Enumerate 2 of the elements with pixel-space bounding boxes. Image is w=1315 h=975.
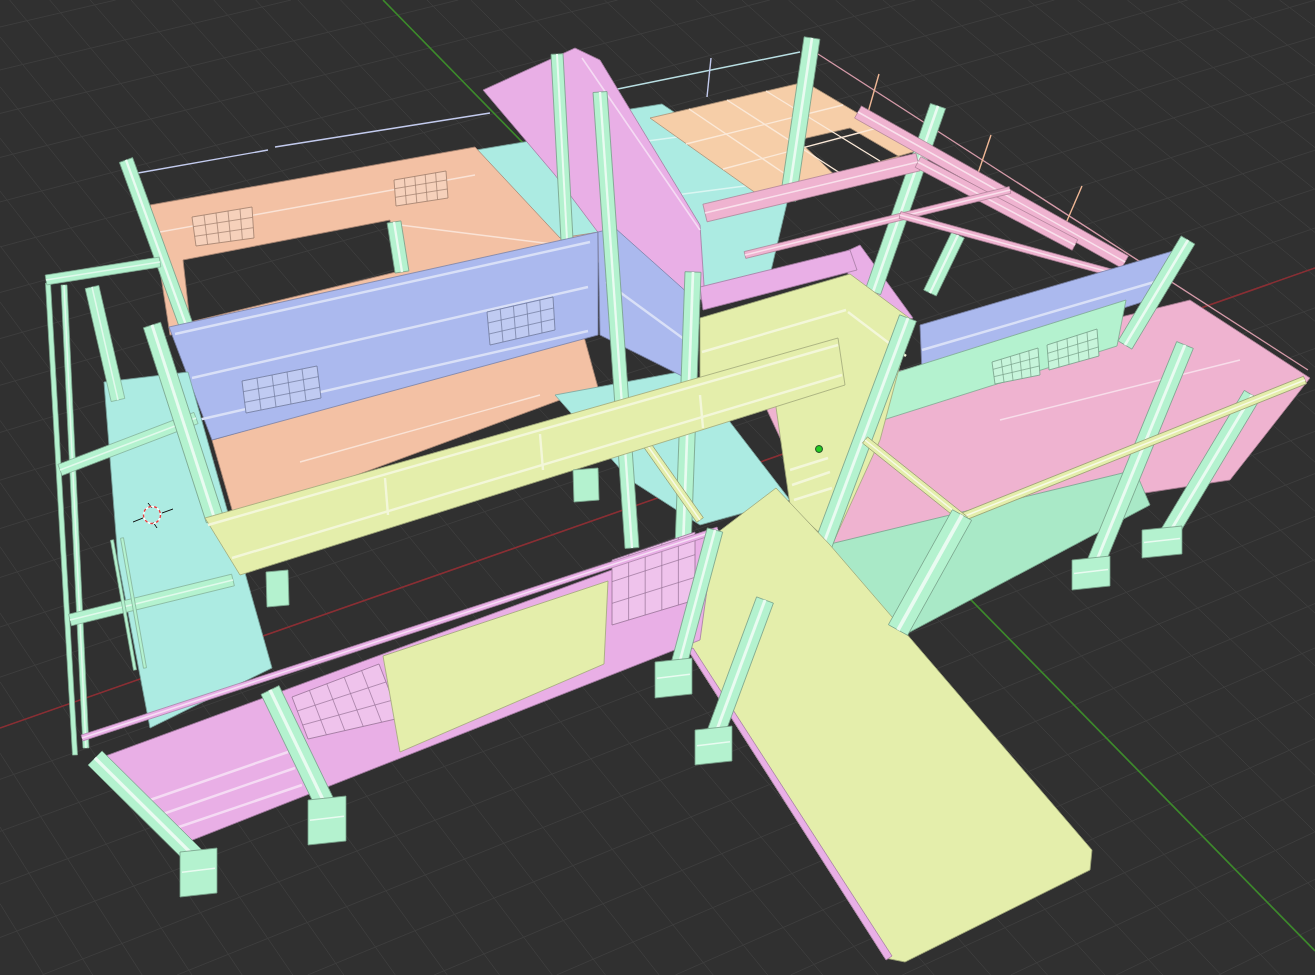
crosshair-icon xyxy=(132,502,174,529)
dot-icon xyxy=(815,445,823,453)
